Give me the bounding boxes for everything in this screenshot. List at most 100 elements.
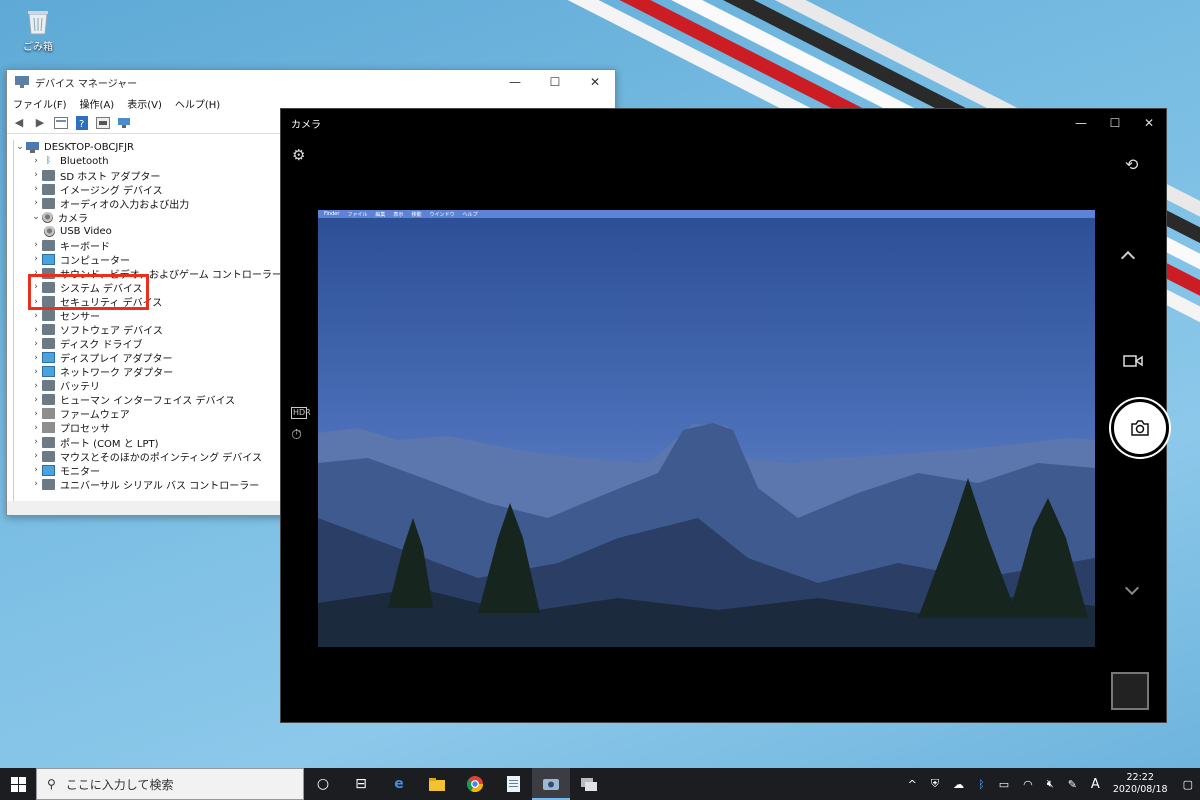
expand-arrow-icon[interactable]: › xyxy=(30,409,42,419)
tree-item-label: イメージング デバイス xyxy=(60,185,163,197)
tree-item-label: マウスとそのほかのポインティング デバイス xyxy=(60,452,262,464)
expand-arrow-icon[interactable]: › xyxy=(30,437,42,447)
viewfinder-menu-item: ファイル xyxy=(347,211,368,218)
collapse-arrow-icon[interactable]: ⌄ xyxy=(30,212,42,222)
chevron-down-icon[interactable] xyxy=(1124,580,1140,596)
viewfinder-landscape-image xyxy=(318,218,1095,647)
capture-tools: HDR ⏱ xyxy=(291,407,311,443)
tree-item-label: カメラ xyxy=(58,213,88,225)
camera-taskbar-icon[interactable] xyxy=(532,768,570,800)
expand-arrow-icon[interactable]: › xyxy=(30,325,42,335)
collapse-arrow-icon[interactable]: ⌄ xyxy=(14,142,26,152)
recycle-bin-icon xyxy=(25,6,51,36)
firmware-icon xyxy=(42,408,55,420)
menu-help[interactable]: ヘルプ(H) xyxy=(175,96,220,111)
scan-hardware-icon[interactable] xyxy=(116,116,132,130)
minimize-button[interactable]: — xyxy=(495,75,535,89)
usb-icon xyxy=(42,478,55,490)
menu-file[interactable]: ファイル(F) xyxy=(13,96,67,111)
expand-arrow-icon[interactable]: › xyxy=(30,381,42,391)
device-manager-taskbar-icon[interactable] xyxy=(570,768,608,800)
computer-icon xyxy=(42,253,55,265)
file-explorer-icon[interactable] xyxy=(418,768,456,800)
device-manager-titlebar[interactable]: デバイス マネージャー — ☐ ✕ xyxy=(7,70,615,94)
settings-gear-icon[interactable]: ⚙ xyxy=(292,147,308,163)
battery-icon[interactable]: ▭ xyxy=(999,778,1009,791)
search-placeholder: ここに入力して検索 xyxy=(65,777,174,792)
start-button[interactable] xyxy=(0,768,36,800)
tree-item-label: キーボード xyxy=(60,241,110,253)
bluetooth-tray-icon[interactable]: ᛒ xyxy=(978,778,985,791)
volume-muted-icon[interactable]: 🔇︎ xyxy=(1047,777,1054,791)
expand-arrow-icon[interactable]: › xyxy=(30,353,42,363)
tree-item-label: ディスク ドライブ xyxy=(60,340,143,352)
edge-browser-icon[interactable]: e xyxy=(380,768,418,800)
svg-text:?: ? xyxy=(79,119,84,130)
chrome-icon[interactable] xyxy=(456,768,494,800)
clock[interactable]: 22:22 2020/08/18 xyxy=(1113,772,1168,796)
expand-arrow-icon[interactable]: › xyxy=(30,423,42,433)
take-photo-button[interactable] xyxy=(1111,399,1169,457)
monitor-icon xyxy=(42,464,55,476)
battery-icon xyxy=(42,380,55,392)
taskbar-search-box[interactable]: ⚲ ここに入力して検索 xyxy=(36,768,304,800)
recycle-bin-shortcut[interactable]: ごみ箱 xyxy=(14,6,62,53)
back-arrow-icon[interactable]: ◀ xyxy=(11,116,27,130)
tree-root-label: DESKTOP-OBCJFJR xyxy=(44,141,134,153)
expand-arrow-icon[interactable]: › xyxy=(30,184,42,194)
chevron-up-icon[interactable] xyxy=(1120,250,1136,266)
bluetooth-icon: ᛒ xyxy=(45,156,52,167)
viewfinder-menu-item: ウインドウ xyxy=(429,211,455,218)
keyboard-icon xyxy=(42,239,55,251)
last-capture-thumbnail[interactable] xyxy=(1111,672,1149,710)
network-icon xyxy=(42,366,55,378)
expand-arrow-icon[interactable]: › xyxy=(30,170,42,180)
onedrive-cloud-icon[interactable]: ☁ xyxy=(953,778,964,791)
forward-arrow-icon[interactable]: ▶ xyxy=(32,116,48,130)
expand-arrow-icon[interactable]: › xyxy=(30,254,42,264)
properties-icon[interactable] xyxy=(53,116,69,130)
viewfinder-menu-item: 表示 xyxy=(393,211,404,218)
expand-arrow-icon[interactable]: › xyxy=(30,451,42,461)
viewfinder-menu-item: ヘルプ xyxy=(462,211,478,218)
notification-center-icon[interactable]: ▢ xyxy=(1183,778,1193,791)
timer-icon[interactable]: ⏱ xyxy=(291,427,307,443)
system-tray: ^ ⛨ ☁ ᛒ ▭ ◠ 🔇︎ ✎ A 22:22 2020/08/18 ▢ xyxy=(901,772,1200,796)
expand-arrow-icon[interactable]: › xyxy=(30,156,42,166)
help-icon[interactable]: ? xyxy=(74,115,90,130)
switch-camera-icon[interactable]: ⟲ xyxy=(1125,155,1138,174)
tree-item-label: Bluetooth xyxy=(60,155,109,167)
maximize-button[interactable]: ☐ xyxy=(535,75,575,89)
expand-arrow-icon[interactable]: › xyxy=(30,465,42,475)
show-hidden-icons-icon[interactable]: ^ xyxy=(908,778,917,791)
camera-titlebar[interactable]: カメラ — ☐ ✕ xyxy=(281,109,1166,137)
task-view-icon[interactable]: ⊟ xyxy=(342,768,380,800)
hdr-icon[interactable]: HDR xyxy=(291,407,311,419)
expand-arrow-icon[interactable]: › xyxy=(30,311,42,321)
expand-arrow-icon[interactable]: › xyxy=(30,198,42,208)
sensor-icon xyxy=(42,310,55,322)
expand-arrow-icon[interactable]: › xyxy=(30,367,42,377)
port-icon xyxy=(42,436,55,448)
tree-item-label: ネットワーク アダプター xyxy=(60,368,174,380)
clock-time: 22:22 xyxy=(1126,772,1154,783)
cortana-icon[interactable]: ○ xyxy=(304,768,342,800)
expand-arrow-icon[interactable]: › xyxy=(30,479,42,489)
pen-icon[interactable]: ✎ xyxy=(1068,778,1077,791)
computer-icon xyxy=(26,141,39,153)
expand-arrow-icon[interactable]: › xyxy=(30,395,42,405)
tree-item-label: ソフトウェア デバイス xyxy=(60,326,163,338)
mouse-icon xyxy=(42,450,55,462)
close-button[interactable]: ✕ xyxy=(575,75,615,89)
expand-arrow-icon[interactable]: › xyxy=(30,339,42,349)
input-indicator[interactable]: A xyxy=(1091,777,1100,792)
minimize-button[interactable]: — xyxy=(1064,116,1098,130)
wifi-icon[interactable]: ◠ xyxy=(1023,778,1033,791)
update-driver-icon[interactable] xyxy=(95,116,111,130)
expand-arrow-icon[interactable]: › xyxy=(30,240,42,250)
notepad-icon[interactable] xyxy=(494,768,532,800)
video-mode-icon[interactable] xyxy=(1123,355,1143,367)
security-icon[interactable]: ⛨ xyxy=(931,777,939,791)
menu-action[interactable]: 操作(A) xyxy=(80,96,115,111)
menu-view[interactable]: 表示(V) xyxy=(127,96,162,111)
